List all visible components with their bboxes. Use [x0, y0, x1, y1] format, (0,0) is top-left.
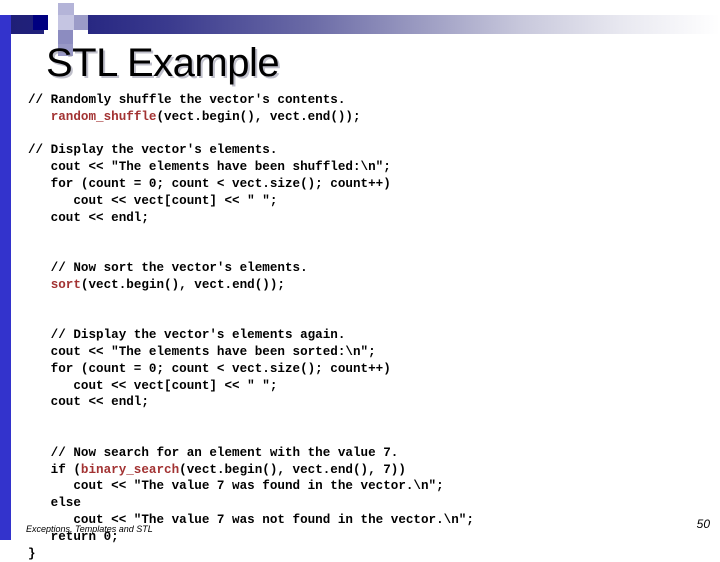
mosaic-square-navy: [33, 15, 48, 30]
mosaic-square-lavender-2: [58, 15, 74, 30]
code-text: cout << vect[count] << " ";: [28, 378, 278, 393]
code-keyword: random_shuffle: [50, 109, 157, 124]
code-text: cout << "The value 7 was found in the ve…: [28, 479, 444, 494]
code-line: cout << "The elements have been shuffled…: [28, 159, 688, 176]
code-line: for (count = 0; count < vect.size(); cou…: [28, 361, 688, 378]
code-keyword: binary_search: [80, 462, 180, 477]
code-line: // Display the vector's elements.: [28, 142, 688, 159]
code-line: // Now sort the vector's elements.: [28, 260, 688, 277]
code-line: cout << endl;: [28, 210, 688, 227]
code-line: // Randomly shuffle the vector's content…: [28, 92, 688, 109]
code-text: (vect.begin(), vect.end());: [80, 277, 285, 292]
code-keyword: sort: [50, 277, 81, 292]
code-line: random_shuffle(vect.begin(), vect.end())…: [28, 109, 688, 126]
code-line: else: [28, 495, 688, 512]
code-text: // Now sort the vector's elements.: [28, 260, 308, 275]
code-text: cout << "The elements have been sorted:\…: [28, 344, 376, 359]
code-line: cout << vect[count] << " ";: [28, 193, 688, 210]
code-line: }: [28, 546, 688, 562]
code-text: else: [28, 496, 81, 511]
code-listing: // Randomly shuffle the vector's content…: [28, 92, 688, 562]
top-left-white-notch: [0, 0, 11, 15]
code-line: for (count = 0; count < vect.size(); cou…: [28, 176, 688, 193]
code-text: for (count = 0; count < vect.size(); cou…: [28, 361, 391, 376]
code-line: // Display the vector's elements again.: [28, 327, 688, 344]
code-text: // Display the vector's elements again.: [28, 328, 346, 343]
code-line: if (binary_search(vect.begin(), vect.end…: [28, 462, 688, 479]
code-text: }: [28, 546, 36, 561]
mosaic-square-white-2: [48, 15, 58, 30]
slide-title: STL Example: [46, 41, 280, 85]
code-text: for (count = 0; count < vect.size(); cou…: [28, 176, 391, 191]
code-line: cout << "The value 7 was found in the ve…: [28, 478, 688, 495]
code-text: // Randomly shuffle the vector's content…: [28, 93, 346, 107]
code-text: cout << vect[count] << " ";: [28, 193, 278, 208]
code-line: cout << vect[count] << " ";: [28, 378, 688, 395]
mosaic-square-white-1: [20, 0, 33, 15]
code-line: cout << endl;: [28, 394, 688, 411]
code-text: (vect.begin(), vect.end());: [156, 109, 361, 124]
mosaic-square-periwinkle-1: [74, 15, 88, 30]
code-text: cout << endl;: [28, 210, 149, 225]
code-text: (vect.begin(), vect.end(), 7)): [179, 462, 406, 477]
code-text: // Now search for an element with the va…: [28, 445, 399, 460]
mosaic-square-lavender-1: [58, 3, 74, 15]
slide-canvas: STL Example // Randomly shuffle the vect…: [0, 0, 720, 561]
code-text: cout << "The elements have been shuffled…: [28, 160, 391, 175]
code-line: // Now search for an element with the va…: [28, 445, 688, 462]
slide-footer-text: Exceptions, Templates and STL: [26, 524, 153, 534]
code-line: sort(vect.begin(), vect.end());: [28, 277, 688, 294]
code-text: cout << endl;: [28, 395, 149, 410]
slide-page-number: 50: [696, 517, 710, 531]
code-text: // Display the vector's elements.: [28, 143, 278, 158]
code-line: cout << "The elements have been sorted:\…: [28, 344, 688, 361]
code-text: if (: [28, 462, 81, 477]
left-accent-bar: [0, 0, 11, 540]
header-gradient-band: [11, 15, 720, 34]
